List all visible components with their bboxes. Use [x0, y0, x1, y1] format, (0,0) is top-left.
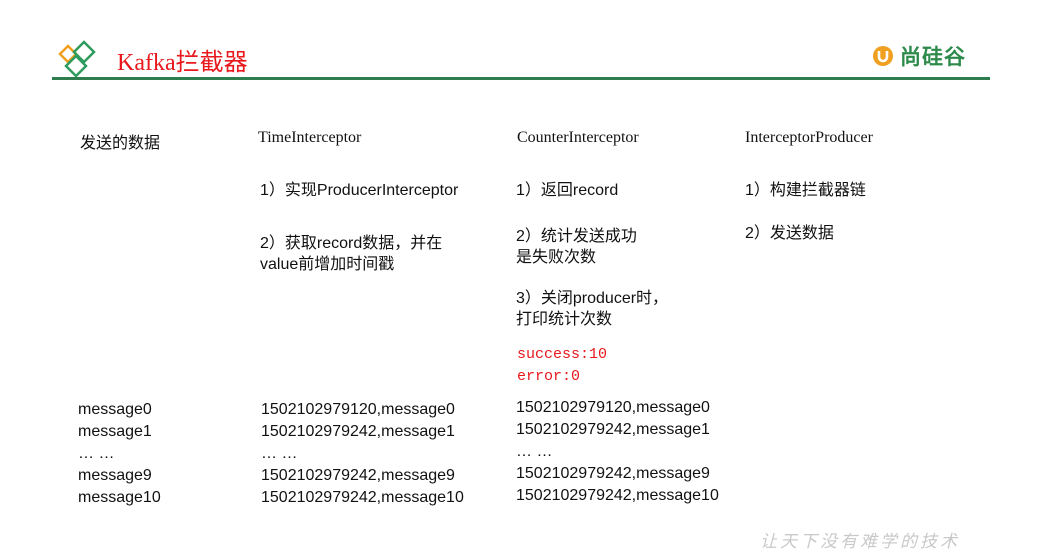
brand-logo: 尚硅谷	[872, 42, 966, 70]
list-item: 1502102979242,message10	[516, 487, 719, 504]
counter-message-list: 1502102979120,message0 1502102979242,mes…	[516, 397, 719, 507]
time-message-list: 1502102979120,message0 1502102979242,mes…	[261, 399, 464, 509]
counter-stats: success:10 error:0	[517, 344, 607, 388]
list-item: message0	[78, 401, 152, 418]
list-item: … …	[78, 445, 115, 462]
list-item: message1	[78, 423, 152, 440]
producer-step-2: 2）发送数据	[745, 225, 834, 242]
counter-step-3: 3）关闭producer时， 打印统计次数	[516, 288, 668, 330]
list-item: message10	[78, 489, 161, 506]
column-header-data: 发送的数据	[80, 135, 161, 152]
list-item: 1502102979242,message10	[261, 489, 464, 506]
counter-step-2-line-1: 2）统计发送成功	[516, 228, 637, 245]
counter-step-1: 1）返回record	[516, 182, 619, 199]
counter-step-2-line-2: 是失败次数	[516, 249, 597, 266]
list-item: 1502102979120,message0	[261, 401, 455, 418]
error-count: error:0	[517, 368, 581, 385]
list-item: 1502102979242,message9	[516, 465, 710, 482]
time-step-1: 1）实现ProducerInterceptor	[260, 182, 459, 199]
success-count: success:10	[517, 346, 608, 363]
brand-name: 尚硅谷	[900, 46, 966, 69]
time-step-2-line-1: 2）获取record数据，并在	[260, 235, 443, 252]
brand-u-icon	[873, 46, 893, 66]
list-item: 1502102979120,message0	[516, 399, 710, 416]
counter-step-3-line-2: 打印统计次数	[516, 311, 613, 328]
counter-step-3-line-1: 3）关闭producer时，	[516, 290, 669, 307]
page-title: Kafka拦截器	[117, 50, 248, 76]
slogan-watermark: 让天下没有难学的技术	[760, 532, 960, 551]
producer-step-1: 1）构建拦截器链	[745, 182, 866, 199]
data-message-list: message0 message1 … … message9 message10	[78, 399, 161, 509]
time-step-2-line-2: value前增加时间戳	[260, 256, 395, 273]
list-item: … …	[261, 445, 298, 462]
list-item: 1502102979242,message9	[261, 467, 455, 484]
header-divider	[52, 77, 990, 80]
column-header-counter-interceptor: CounterInterceptor	[517, 129, 639, 146]
column-header-interceptor-producer: InterceptorProducer	[745, 129, 873, 146]
counter-step-2: 2）统计发送成功 是失败次数	[516, 226, 637, 268]
list-item: 1502102979242,message1	[261, 423, 455, 440]
list-item: 1502102979242,message1	[516, 421, 710, 438]
column-header-time-interceptor: TimeInterceptor	[258, 129, 362, 146]
list-item: … …	[516, 443, 553, 460]
diamond-logo-icon	[58, 40, 96, 78]
list-item: message9	[78, 467, 152, 484]
time-step-2: 2）获取record数据，并在 value前增加时间戳	[260, 233, 442, 275]
